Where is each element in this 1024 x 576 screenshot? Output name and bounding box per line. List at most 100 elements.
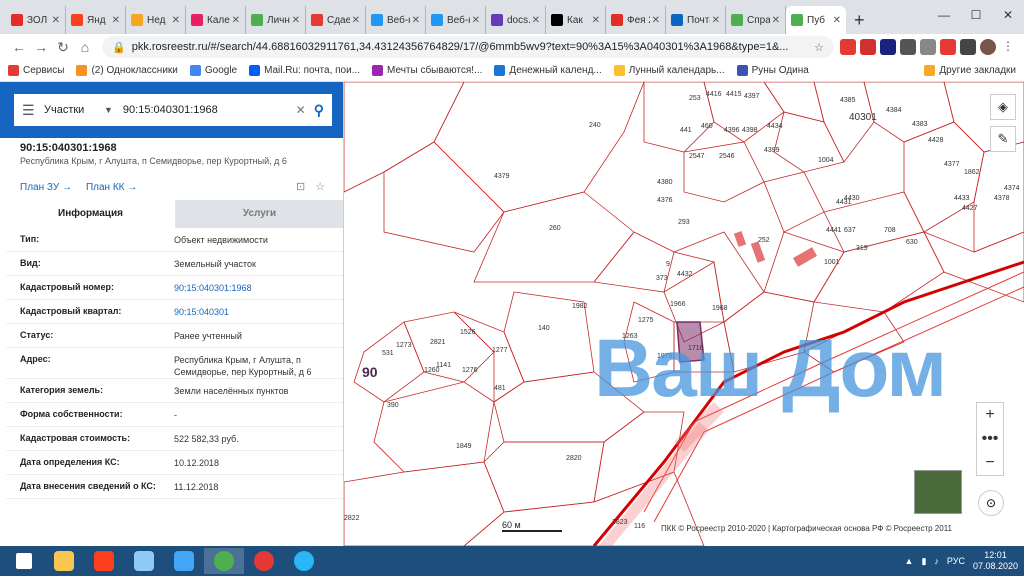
ruler-icon[interactable]: ✎ [990,126,1016,152]
tab-close-icon[interactable]: ✕ [472,15,480,26]
plan-zu-link[interactable]: План ЗУ → [20,182,72,193]
bookmark-item[interactable]: Мечты сбываются!... [372,65,482,76]
tab-close-icon[interactable]: ✕ [833,15,841,26]
other-bookmarks[interactable]: Другие закладки [924,65,1016,76]
new-tab-button[interactable]: + [846,6,873,34]
tab-close-icon[interactable]: ✕ [652,15,660,26]
parcel-label: 1968 [712,305,728,312]
bookmark-item[interactable]: Руны Одина [736,65,809,76]
tab-close-icon[interactable]: ✕ [412,15,420,26]
cadastral-map[interactable]: 253 4416 4415 4397 4385 40301 4384 240 441 460 439… [344,82,1024,546]
chrome-icon[interactable] [204,548,244,574]
adblock-icon[interactable] [840,39,856,55]
tab-label: Почта [687,14,710,26]
parcel-label: 441 [680,127,692,134]
tab-close-icon[interactable]: ✕ [352,15,360,26]
clear-icon[interactable]: ✕ [296,103,306,117]
bookmark-item[interactable]: Mail.Ru: почта, пои... [249,65,360,76]
folder-icon [924,65,936,76]
browser-tab[interactable]: Почта✕ [666,6,726,34]
home-icon[interactable]: ⌂ [74,39,96,55]
browser-tab[interactable]: Пуб ✕ [786,6,846,34]
search-input[interactable]: 90:15:040301:1968 [123,104,288,116]
start-button[interactable] [4,548,44,574]
tab-close-icon[interactable]: ✕ [172,15,180,26]
bookmark-icon [494,65,506,76]
extension-icon[interactable] [900,39,916,55]
avatar[interactable] [980,39,996,55]
tab-close-icon[interactable]: ✕ [592,15,600,26]
explorer-icon[interactable] [44,548,84,574]
maximize-icon[interactable]: ☐ [960,0,992,30]
bookmark-item[interactable]: Лунный календарь... [613,65,725,76]
chevron-down-icon[interactable]: ▼ [104,105,113,115]
tab-close-icon[interactable]: ✕ [112,15,120,26]
minimap[interactable] [914,470,962,514]
volume-icon[interactable]: ♪ [934,556,939,566]
tab-info[interactable]: Информация [6,200,175,228]
browser-tab[interactable]: ЗОЛ ✕ [6,6,66,34]
close-icon[interactable]: ✕ [992,0,1024,30]
plan-kk-link[interactable]: План КК → [86,182,137,193]
property-value[interactable]: 90:15:040301 [174,306,330,318]
pdf-icon[interactable] [860,39,876,55]
favorite-star-icon[interactable]: ☆ [315,180,325,193]
bookmark-item[interactable]: Сервисы [8,65,64,76]
tab-close-icon[interactable]: ✕ [772,15,780,26]
browser-tab[interactable]: Как ✕ [546,6,606,34]
bookmark-item[interactable]: Google [189,65,237,76]
media-player-icon[interactable] [164,548,204,574]
url-input[interactable]: 🔒 pkk.rosreestr.ru/#/search/44.688160329… [102,36,834,58]
tab-services[interactable]: Услуги [175,200,343,228]
clock[interactable]: 12:01 07.08.2020 [973,550,1018,572]
tab-close-icon[interactable]: ✕ [52,15,60,26]
layers-icon[interactable]: ◈ [990,94,1016,120]
tab-close-icon[interactable]: ✕ [532,15,540,26]
back-icon[interactable]: ← [8,39,30,55]
browser-tab[interactable]: Календ✕ [186,6,246,34]
zoom-more-button[interactable]: ••• [977,427,1003,451]
parcel-label: 460 [701,123,713,130]
parcel-label: 4416 [706,91,722,98]
browser-tab[interactable]: Справо✕ [726,6,786,34]
hamburger-icon[interactable]: ☰ [22,102,44,119]
browser-tab[interactable]: Нед ✕ [126,6,186,34]
app-icon[interactable] [284,548,324,574]
tab-close-icon[interactable]: ✕ [232,15,240,26]
extension-icon[interactable] [880,39,896,55]
favicon-icon [131,14,143,26]
locate-icon[interactable]: ⊙ [978,490,1004,516]
reload-icon[interactable]: ↻ [52,39,74,56]
tray-up-icon[interactable]: ▲ [905,556,914,566]
zoom-to-icon[interactable]: ⊡ [296,180,305,193]
tab-close-icon[interactable]: ✕ [712,15,720,26]
zoom-out-button[interactable]: − [977,451,1003,475]
search-icon[interactable]: ⚲ [314,102,324,119]
browser-tab[interactable]: docs.go✕ [486,6,546,34]
property-value: - [174,410,177,420]
browser-tab[interactable]: Сдаетс✕ [306,6,366,34]
browser-tab[interactable]: Веб-ка✕ [366,6,426,34]
zoom-in-button[interactable]: + [977,403,1003,427]
bookmark-star-icon[interactable]: ☆ [814,41,824,54]
yandex-icon[interactable] [84,548,124,574]
tab-close-icon[interactable]: ✕ [292,15,300,26]
property-value[interactable]: 90:15:040301:1968 [174,282,330,294]
language-indicator[interactable]: РУС [947,556,965,566]
puzzle-icon[interactable] [960,39,976,55]
browser-tab[interactable]: Личны✕ [246,6,306,34]
search-type-select[interactable]: Участки [44,104,104,116]
extension-icon[interactable] [940,39,956,55]
minimize-icon[interactable]: — [928,0,960,30]
bookmark-item[interactable]: Денежный календ... [494,65,602,76]
browser-tab[interactable]: Янд ✕ [66,6,126,34]
network-icon[interactable]: ▮ [921,556,926,567]
menu-icon[interactable]: ⋮ [1000,39,1016,55]
browser-tab[interactable]: Фея 20✕ [606,6,666,34]
forward-icon[interactable]: → [30,39,52,55]
bookmark-item[interactable]: (2) Одноклассники [76,65,178,76]
yandex-browser-icon[interactable] [244,548,284,574]
calculator-icon[interactable] [124,548,164,574]
extension-icon[interactable] [920,39,936,55]
browser-tab[interactable]: Веб-ка✕ [426,6,486,34]
